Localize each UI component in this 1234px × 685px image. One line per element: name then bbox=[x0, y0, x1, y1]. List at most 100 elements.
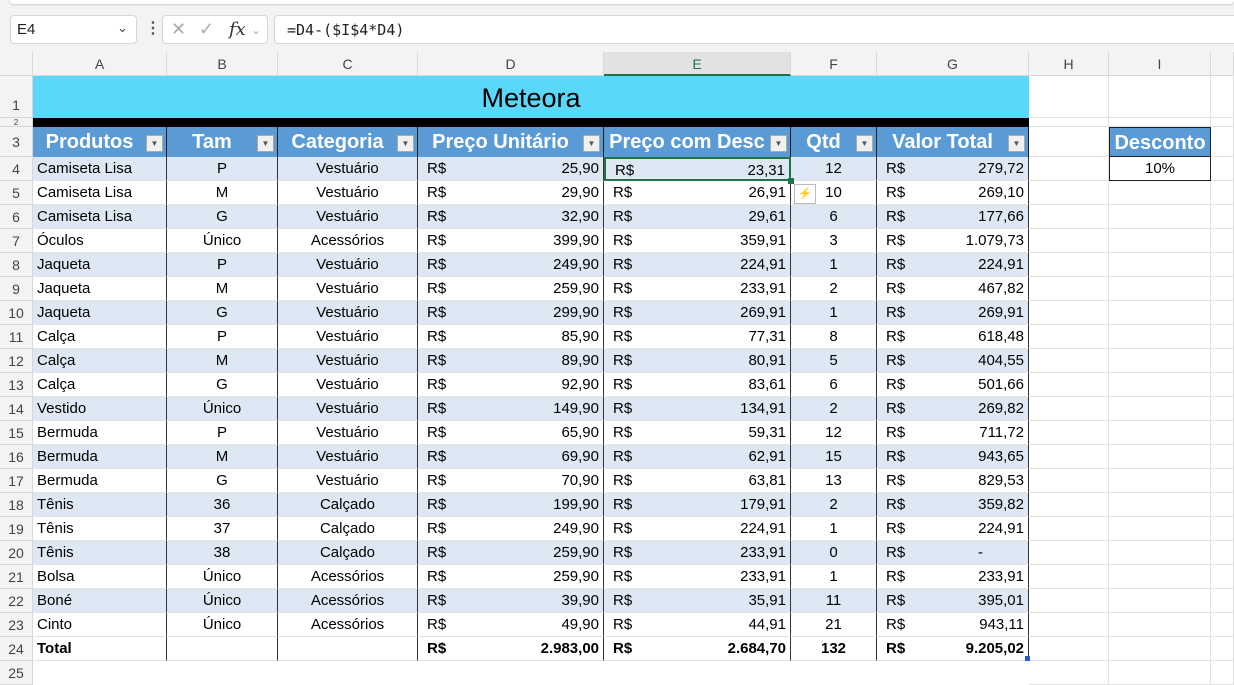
table-cell[interactable]: Calçado bbox=[278, 541, 418, 565]
empty-cell[interactable] bbox=[1029, 229, 1109, 253]
table-cell[interactable]: Único bbox=[167, 589, 278, 613]
table-cell[interactable]: 13 bbox=[791, 469, 877, 493]
table-cell[interactable]: 5 bbox=[791, 349, 877, 373]
table-cell[interactable]: R$ 149,90 bbox=[418, 397, 604, 421]
table-cell[interactable]: R$ 359,91 bbox=[604, 229, 791, 253]
row-header-22[interactable]: 22 bbox=[0, 589, 33, 613]
empty-cell[interactable] bbox=[1211, 565, 1234, 589]
empty-cell[interactable] bbox=[1109, 421, 1211, 445]
table-cell[interactable]: Único bbox=[167, 565, 278, 589]
table-cell[interactable]: Vestuário bbox=[278, 325, 418, 349]
table-cell[interactable]: 38 bbox=[167, 541, 278, 565]
empty-cell[interactable] bbox=[1211, 661, 1234, 685]
table-cell[interactable]: 1 bbox=[791, 517, 877, 541]
empty-cell[interactable] bbox=[1029, 76, 1109, 118]
table-cell[interactable]: 1 bbox=[791, 565, 877, 589]
column-header-G[interactable]: G bbox=[877, 52, 1029, 76]
select-all-corner[interactable] bbox=[0, 52, 33, 76]
table-cell[interactable]: Calçado bbox=[278, 493, 418, 517]
empty-cell[interactable] bbox=[1211, 325, 1234, 349]
more-options-icon[interactable]: ⋮ bbox=[145, 18, 161, 38]
table-cell[interactable]: R$ 39,90 bbox=[418, 589, 604, 613]
table-cell[interactable]: R$ 233,91 bbox=[877, 565, 1029, 589]
table-cell[interactable]: P bbox=[167, 421, 278, 445]
row-header-23[interactable]: 23 bbox=[0, 613, 33, 637]
table-cell[interactable]: R$ 399,90 bbox=[418, 229, 604, 253]
table-cell[interactable]: P bbox=[167, 325, 278, 349]
empty-cell[interactable] bbox=[1029, 301, 1109, 325]
table-cell[interactable]: Tênis bbox=[33, 541, 167, 565]
empty-cell[interactable] bbox=[1211, 118, 1234, 127]
table-cell[interactable]: 15 bbox=[791, 445, 877, 469]
table-cell[interactable]: Jaqueta bbox=[33, 253, 167, 277]
table-cell[interactable]: Camiseta Lisa bbox=[33, 205, 167, 229]
empty-cell[interactable] bbox=[1211, 469, 1234, 493]
table-cell[interactable]: R$ 49,90 bbox=[418, 613, 604, 637]
total-cell[interactable]: R$ 9.205,02 bbox=[877, 637, 1029, 661]
table-cell[interactable]: R$ 269,10 bbox=[877, 181, 1029, 205]
empty-cell[interactable] bbox=[1029, 517, 1109, 541]
table-cell[interactable]: M bbox=[167, 277, 278, 301]
empty-cell[interactable] bbox=[1211, 277, 1234, 301]
table-cell[interactable]: 6 bbox=[791, 205, 877, 229]
total-cell[interactable] bbox=[278, 637, 418, 661]
row-header-6[interactable]: 6 bbox=[0, 205, 33, 229]
filter-dropdown-icon[interactable]: ▼ bbox=[1008, 135, 1025, 152]
row-header-1[interactable]: 1 bbox=[0, 76, 33, 118]
empty-cell[interactable] bbox=[1109, 565, 1211, 589]
empty-cell[interactable] bbox=[1029, 445, 1109, 469]
chevron-down-icon[interactable]: ⌄ bbox=[117, 20, 128, 36]
row-header-9[interactable]: 9 bbox=[0, 277, 33, 301]
table-cell[interactable]: 6 bbox=[791, 373, 877, 397]
empty-cell[interactable] bbox=[1109, 349, 1211, 373]
row-header-4[interactable]: 4 bbox=[0, 157, 33, 181]
table-cell[interactable]: Bermuda bbox=[33, 421, 167, 445]
filter-dropdown-icon[interactable]: ▼ bbox=[856, 135, 873, 152]
table-cell[interactable]: Vestuário bbox=[278, 397, 418, 421]
table-cell[interactable]: Jaqueta bbox=[33, 301, 167, 325]
empty-cell[interactable] bbox=[1211, 445, 1234, 469]
table-cell[interactable]: R$ 92,90 bbox=[418, 373, 604, 397]
table-cell[interactable]: Vestuário bbox=[278, 205, 418, 229]
empty-cell[interactable] bbox=[1029, 541, 1109, 565]
table-cell[interactable]: G bbox=[167, 301, 278, 325]
table-cell[interactable]: Vestuário bbox=[278, 253, 418, 277]
empty-cell[interactable] bbox=[1109, 118, 1211, 127]
table-cell[interactable]: Calçado bbox=[278, 517, 418, 541]
table-cell[interactable]: R$ 35,91 bbox=[604, 589, 791, 613]
row-header-5[interactable]: 5 bbox=[0, 181, 33, 205]
total-cell[interactable]: R$ 2.983,00 bbox=[418, 637, 604, 661]
table-cell[interactable]: Único bbox=[167, 229, 278, 253]
table-cell[interactable]: R$ 233,91 bbox=[604, 541, 791, 565]
empty-cell[interactable] bbox=[1109, 613, 1211, 637]
empty-cell[interactable] bbox=[1211, 493, 1234, 517]
table-cell[interactable]: R$ 26,91 bbox=[604, 181, 791, 205]
empty-cell[interactable] bbox=[1029, 205, 1109, 229]
empty-cell[interactable] bbox=[1109, 301, 1211, 325]
table-cell[interactable]: Vestuário bbox=[278, 445, 418, 469]
table-cell[interactable]: R$ 179,91 bbox=[604, 493, 791, 517]
empty-cell[interactable] bbox=[1029, 421, 1109, 445]
table-cell[interactable]: 12 bbox=[791, 421, 877, 445]
row-header-8[interactable]: 8 bbox=[0, 253, 33, 277]
table-cell[interactable]: R$ 359,82 bbox=[877, 493, 1029, 517]
total-cell[interactable]: Total bbox=[33, 637, 167, 661]
table-cell[interactable]: R$ 62,91 bbox=[604, 445, 791, 469]
empty-cell[interactable] bbox=[1109, 181, 1211, 205]
table-cell[interactable]: 12 bbox=[791, 157, 877, 181]
empty-cell[interactable] bbox=[1211, 157, 1234, 181]
table-cell[interactable]: Vestuário bbox=[278, 469, 418, 493]
table-cell[interactable]: R$ 89,90 bbox=[418, 349, 604, 373]
empty-cell[interactable] bbox=[1109, 517, 1211, 541]
row-header-13[interactable]: 13 bbox=[0, 373, 33, 397]
filter-dropdown-icon[interactable]: ▼ bbox=[770, 135, 787, 152]
table-cell[interactable]: R$ 224,91 bbox=[877, 517, 1029, 541]
empty-cell[interactable] bbox=[1109, 445, 1211, 469]
row-header-3[interactable]: 3 bbox=[0, 127, 33, 157]
table-cell[interactable]: 21 bbox=[791, 613, 877, 637]
empty-cell[interactable] bbox=[1211, 181, 1234, 205]
table-cell[interactable]: R$ 25,90 bbox=[418, 157, 604, 181]
empty-cell[interactable] bbox=[1109, 637, 1211, 661]
column-header-D[interactable]: D bbox=[418, 52, 604, 76]
table-cell[interactable]: Óculos bbox=[33, 229, 167, 253]
